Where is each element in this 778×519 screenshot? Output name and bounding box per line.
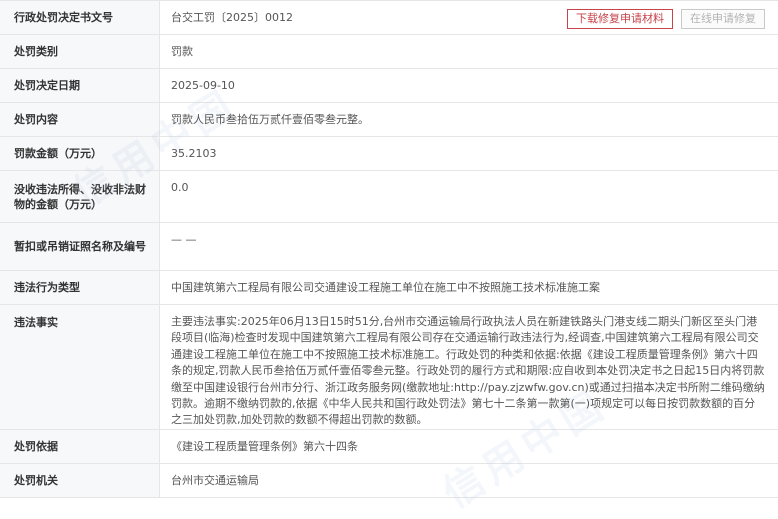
- action-buttons: 下载修复申请材料 在线申请修复: [567, 9, 765, 29]
- row-label: 违法行为类型: [0, 271, 160, 304]
- row-label: 违法事实: [0, 305, 160, 429]
- row-value: 35.2103: [171, 146, 217, 160]
- row-value: 《建设工程质量管理条例》第六十四条: [171, 439, 358, 453]
- row-value: 罚款: [171, 44, 193, 58]
- row-doc-number: 行政处罚决定书文号 台交工罚〔2025〕0012 下载修复申请材料 在线申请修复: [0, 1, 778, 35]
- row-authority: 处罚机关 台州市交通运输局: [0, 464, 778, 498]
- row-violation-type: 违法行为类型 中国建筑第六工程局有限公司交通建设工程施工单位在施工中不按照施工技…: [0, 271, 778, 305]
- row-date: 处罚决定日期 2025-09-10: [0, 69, 778, 103]
- row-facts: 违法事实 主要违法事实:2025年06月13日15时51分,台州市交通运输局行政…: [0, 305, 778, 430]
- row-value: 中国建筑第六工程局有限公司交通建设工程施工单位在施工中不按照施工技术标准施工案: [171, 280, 600, 294]
- row-label: 处罚机关: [0, 464, 160, 497]
- row-label: 行政处罚决定书文号: [0, 1, 160, 34]
- row-value: 主要违法事实:2025年06月13日15时51分,台州市交通运输局行政执法人员在…: [171, 315, 765, 427]
- row-value: 台州市交通运输局: [171, 473, 259, 487]
- row-license: 暂扣或吊销证照名称及编号 — —: [0, 223, 778, 271]
- row-label: 暂扣或吊销证照名称及编号: [0, 223, 160, 270]
- penalty-detail-table: 行政处罚决定书文号 台交工罚〔2025〕0012 下载修复申请材料 在线申请修复…: [0, 0, 778, 498]
- row-confiscation: 没收违法所得、没收非法财物的金额（万元） 0.0: [0, 171, 778, 223]
- online-repair-button[interactable]: 在线申请修复: [681, 9, 765, 29]
- row-label: 处罚决定日期: [0, 69, 160, 102]
- row-label: 处罚依据: [0, 430, 160, 463]
- row-basis: 处罚依据 《建设工程质量管理条例》第六十四条: [0, 430, 778, 464]
- download-repair-materials-button[interactable]: 下载修复申请材料: [567, 9, 673, 29]
- row-label: 罚款金额（万元）: [0, 137, 160, 170]
- row-label: 处罚内容: [0, 103, 160, 136]
- row-value: 0.0: [171, 181, 189, 194]
- row-label: 没收违法所得、没收非法财物的金额（万元）: [0, 171, 160, 222]
- doc-number-value: 台交工罚〔2025〕0012: [171, 10, 293, 24]
- row-value: 台交工罚〔2025〕0012 下载修复申请材料 在线申请修复: [160, 1, 778, 34]
- row-label: 处罚类别: [0, 35, 160, 68]
- row-fine-amount: 罚款金额（万元） 35.2103: [0, 137, 778, 171]
- row-value: 罚款人民币叁拾伍万贰仟壹佰零叁元整。: [171, 112, 369, 126]
- row-value: — —: [171, 233, 197, 246]
- row-category: 处罚类别 罚款: [0, 35, 778, 69]
- row-value: 2025-09-10: [171, 78, 235, 92]
- row-content: 处罚内容 罚款人民币叁拾伍万贰仟壹佰零叁元整。: [0, 103, 778, 137]
